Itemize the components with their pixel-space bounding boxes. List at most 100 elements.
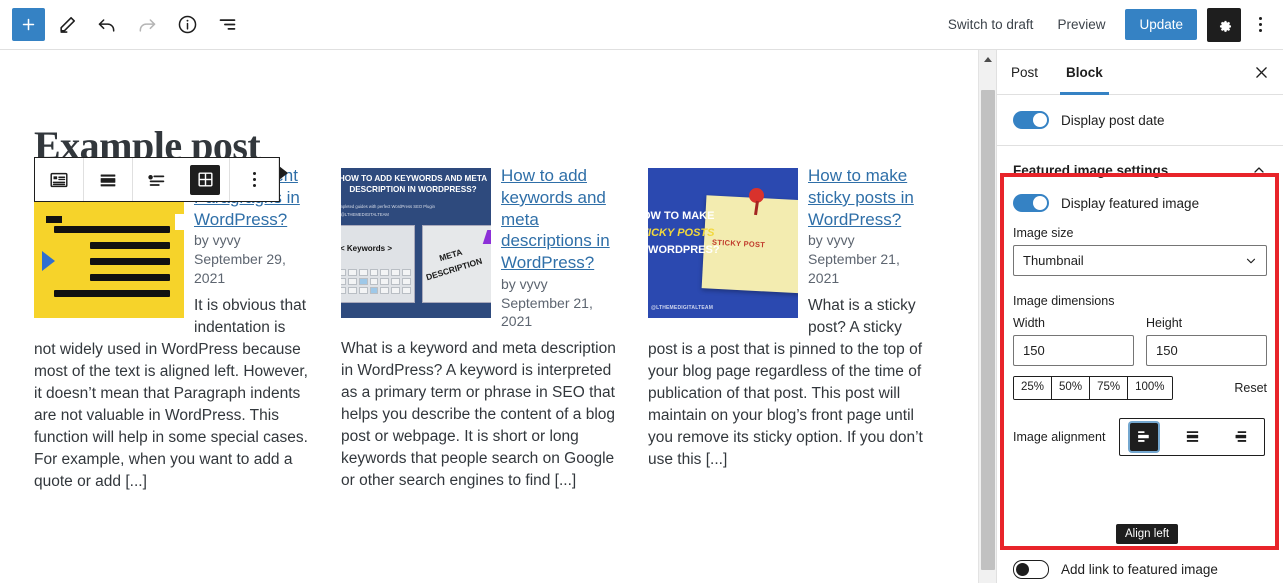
view-mode-group xyxy=(133,158,230,201)
page-fold-shape xyxy=(175,214,184,230)
scale-25-button[interactable]: 25% xyxy=(1014,377,1053,399)
kebab-menu-icon[interactable] xyxy=(1245,8,1275,42)
align-left-icon[interactable] xyxy=(1120,419,1168,455)
info-icon[interactable] xyxy=(169,7,205,43)
meta-label: META xyxy=(438,246,464,264)
block-type-group xyxy=(35,158,84,201)
meta-description-pane: META DESCRIPTION xyxy=(422,225,491,303)
image-size-select[interactable]: Thumbnail xyxy=(1013,245,1267,276)
close-icon[interactable] xyxy=(1239,50,1283,94)
header-left-tools xyxy=(0,7,245,43)
thumbnail-subheading: Completed guides with perfect WordPress … xyxy=(341,204,435,217)
indent-bars xyxy=(54,226,170,306)
gear-icon[interactable] xyxy=(1207,7,1241,42)
reset-button[interactable]: Reset xyxy=(1234,381,1267,395)
scale-100-button[interactable]: 100% xyxy=(1128,377,1172,399)
width-input[interactable]: 150 xyxy=(1013,335,1134,366)
grid-view-toggle-icon[interactable] xyxy=(181,158,229,201)
featured-image-panel-header[interactable]: Featured image settings xyxy=(1013,146,1267,190)
editor-canvas[interactable]: Example post HOW TO INDENT PARAGRAPHS IN… xyxy=(0,50,978,583)
height-input[interactable]: 150 xyxy=(1146,335,1267,366)
percentage-buttons-row: 25% 50% 75% 100% Reset xyxy=(1013,376,1267,400)
height-field-group: Height 150 xyxy=(1146,316,1267,366)
add-link-to-featured-image-label: Add link to featured image xyxy=(1061,562,1218,577)
purple-highlight-shape xyxy=(482,230,491,244)
align-icon[interactable] xyxy=(84,158,132,201)
align-right-icon[interactable] xyxy=(1216,419,1264,455)
block-toolbar xyxy=(34,157,288,202)
kebab-dots xyxy=(1258,17,1262,32)
post-featured-image[interactable]: HOW TO ADD KEYWORDS AND META DESCRIPTION… xyxy=(341,168,491,318)
undo-icon[interactable] xyxy=(89,7,125,43)
display-featured-image-toggle[interactable] xyxy=(1013,194,1049,212)
align-left-tooltip: Align left xyxy=(1116,524,1179,544)
keywords-thumbnail-art: HOW TO ADD KEYWORDS AND META DESCRIPTION… xyxy=(341,168,491,318)
more-options-dots xyxy=(252,172,256,187)
scrollbar-up-arrow[interactable] xyxy=(979,50,997,68)
block-type-icon[interactable] xyxy=(35,158,83,201)
width-field-group: Width 150 xyxy=(1013,316,1134,366)
post-excerpt: What is a sticky post? A sticky post is … xyxy=(648,296,923,468)
scale-75-button[interactable]: 75% xyxy=(1090,377,1129,399)
post-card: HOW TO INDENT PARAGRAPHS IN WORDPRESS? H… xyxy=(34,165,310,493)
sidebar-tabs: Post Block xyxy=(997,50,1283,95)
post-excerpt: It is obvious that indentation is not wi… xyxy=(34,296,308,490)
tab-block[interactable]: Block xyxy=(1052,50,1117,95)
tab-post[interactable]: Post xyxy=(997,50,1052,94)
sticky-thumbnail-art: STICKY POST HOW TO MAKE STICKY POSTS IN … xyxy=(648,168,798,318)
thumbnail-credit: @LTHEMEDIGITALTEAM xyxy=(651,305,714,311)
post-featured-image[interactable]: STICKY POST HOW TO MAKE STICKY POSTS IN … xyxy=(648,168,798,318)
height-label: Height xyxy=(1146,316,1183,330)
post-title-link[interactable]: How to make sticky posts in WordPress? xyxy=(808,166,914,229)
alignment-group xyxy=(84,158,133,201)
post-card: STICKY POST HOW TO MAKE STICKY POSTS IN … xyxy=(648,165,924,493)
scale-50-button[interactable]: 50% xyxy=(1052,377,1091,399)
post-excerpt: What is a keyword and meta description i… xyxy=(341,340,616,490)
add-block-icon[interactable] xyxy=(12,8,45,41)
more-options-icon[interactable] xyxy=(230,158,278,201)
edit-pencil-icon[interactable] xyxy=(49,7,85,43)
image-alignment-row: Image alignment xyxy=(1013,417,1267,456)
redo-icon[interactable] xyxy=(129,7,165,43)
thumbnail-heading: HOW TO ADD KEYWORDS AND META DESCRIPTION… xyxy=(341,174,488,194)
display-featured-image-label: Display featured image xyxy=(1061,195,1200,211)
display-featured-image-row[interactable]: Display featured image xyxy=(1013,190,1267,226)
display-post-date-label: Display post date xyxy=(1061,112,1165,128)
align-right-shape xyxy=(1226,423,1254,451)
thumbnail-heading: HOW TO MAKE STICKY POSTS IN WORDPRES? xyxy=(648,210,720,257)
update-button[interactable]: Update xyxy=(1125,9,1197,40)
wordpress-block-editor: Switch to draft Preview Update Example p… xyxy=(0,0,1283,583)
more-options-group xyxy=(230,158,279,201)
image-size-label: Image size xyxy=(1013,226,1074,240)
align-center-shape xyxy=(1178,423,1206,451)
panel-title: Featured image settings xyxy=(1013,162,1169,178)
pushpin-icon xyxy=(749,188,764,203)
latest-posts-block[interactable]: HOW TO INDENT PARAGRAPHS IN WORDPRESS? H… xyxy=(34,165,924,493)
post-card: HOW TO ADD KEYWORDS AND META DESCRIPTION… xyxy=(341,165,617,493)
chevron-up-icon[interactable] xyxy=(1251,162,1267,178)
switch-to-draft-button[interactable]: Switch to draft xyxy=(936,0,1046,50)
width-label: Width xyxy=(1013,316,1045,330)
display-post-date-toggle[interactable] xyxy=(1013,111,1049,129)
list-view-toggle-icon[interactable] xyxy=(133,158,181,201)
header-right-actions: Switch to draft Preview Update xyxy=(936,0,1283,50)
scrollbar-thumb[interactable] xyxy=(981,90,995,570)
image-dimensions-label: Image dimensions xyxy=(1013,294,1115,308)
editor-vertical-scrollbar[interactable] xyxy=(978,50,997,583)
preview-button[interactable]: Preview xyxy=(1045,0,1117,50)
percentage-button-group: 25% 50% 75% 100% xyxy=(1013,376,1173,400)
keyboard-pane-left: < Keywords > xyxy=(341,225,415,303)
editor-header-toolbar: Switch to draft Preview Update xyxy=(0,0,1283,50)
keywords-label: < Keywords > xyxy=(341,244,393,253)
align-left-selected-indicator xyxy=(1130,422,1159,451)
add-link-to-featured-image-toggle[interactable] xyxy=(1013,560,1049,579)
list-view-icon[interactable] xyxy=(209,7,245,43)
post-title-link[interactable]: How to add keywords and meta description… xyxy=(501,166,610,272)
image-size-select-wrap: Thumbnail xyxy=(1013,245,1267,276)
image-alignment-label: Image alignment xyxy=(1013,429,1106,444)
description-label: DESCRIPTION xyxy=(424,255,484,283)
align-center-icon[interactable] xyxy=(1168,419,1216,455)
add-link-to-featured-image-row[interactable]: Add link to featured image xyxy=(997,544,1283,583)
display-post-date-row[interactable]: Display post date xyxy=(997,95,1283,146)
toolbar-pointer-arrow xyxy=(279,166,288,180)
